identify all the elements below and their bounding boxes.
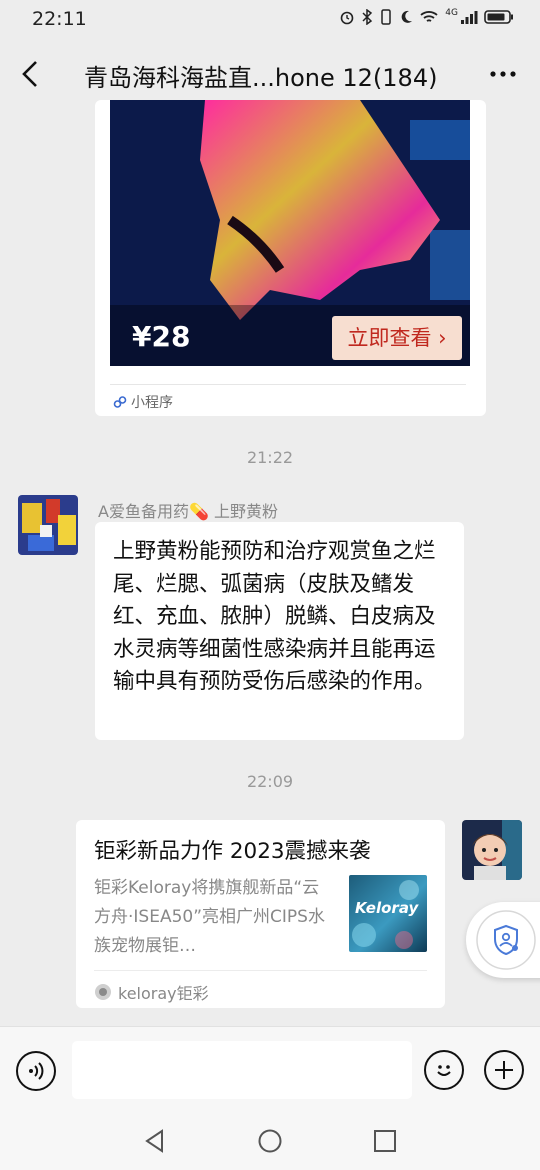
status-bar: 22:11 4G (0, 0, 540, 40)
mini-program-label: 小程序 (131, 395, 173, 411)
nav-back-icon[interactable] (142, 1128, 168, 1154)
signal-icon (461, 11, 478, 24)
mini-program-icon (113, 396, 127, 408)
smiley-icon (437, 1065, 451, 1076)
shield-user-icon (476, 910, 536, 970)
sender-name: A爱鱼备用药💊 上野黄粉 (98, 502, 278, 521)
price-label: ¥28 (132, 320, 191, 353)
moon-icon (401, 10, 413, 23)
input-bar (0, 1026, 540, 1111)
message-text: 上野黄粉能预防和治疗观赏鱼之烂尾、烂腮、弧菌病（皮肤及鳍发红、充血、脓肿）脱鳞、… (113, 539, 436, 694)
back-button[interactable] (16, 54, 46, 94)
chevron-right-icon: › (431, 326, 447, 350)
source-avatar-icon (95, 984, 111, 1000)
network-label: 4G (445, 8, 458, 18)
my-avatar[interactable] (462, 820, 522, 880)
avatar[interactable] (18, 495, 78, 555)
status-time: 22:11 (32, 8, 87, 30)
battery-icon (484, 10, 513, 24)
floating-security-button[interactable] (466, 902, 540, 978)
link-description: 钜彩Keloray将携旗舰新品“云方舟·ISEA50”亮相广州CIPS水族宠物展… (94, 878, 325, 956)
emoji-button[interactable] (424, 1050, 464, 1090)
voice-button[interactable] (16, 1051, 56, 1091)
timestamp: 22:09 (246, 772, 294, 791)
more-button[interactable] (488, 52, 518, 99)
chat-title: 青岛海科海盐直...hone 12(184) (84, 64, 438, 92)
divider (94, 970, 427, 971)
voice-icon (29, 1062, 44, 1080)
nav-recents-icon[interactable] (372, 1128, 398, 1154)
chevron-left-icon (22, 61, 37, 87)
system-nav-bar (0, 1110, 540, 1170)
bluetooth-icon (362, 9, 373, 25)
mini-program-card[interactable]: ¥28 立即查看 › 小程序 (95, 100, 486, 416)
message-bubble[interactable]: 上野黄粉能预防和治疗观赏鱼之烂尾、烂腮、弧菌病（皮肤及鳍发红、充血、脓肿）脱鳞、… (95, 522, 464, 740)
source-name: keloray钜彩 (118, 984, 209, 1003)
more-icon (490, 71, 516, 77)
alarm-icon (340, 11, 354, 25)
coral-image: ¥28 立即查看 › (110, 100, 470, 366)
view-now-button[interactable]: 立即查看 › (332, 316, 462, 360)
status-icons: 4G (339, 8, 514, 25)
view-now-label: 立即查看 (347, 326, 432, 350)
divider (110, 384, 466, 385)
vibrate-icon (381, 9, 392, 25)
more-functions-button[interactable] (484, 1050, 524, 1090)
thumbnail-logo: Keloray (355, 899, 419, 917)
timestamp: 21:22 (246, 448, 294, 467)
message-input[interactable] (72, 1041, 412, 1099)
link-title: 钜彩新品力作 2023震撼来袭 (94, 839, 371, 864)
link-thumbnail: Keloray (349, 875, 427, 952)
link-card[interactable]: 钜彩新品力作 2023震撼来袭 钜彩Keloray将携旗舰新品“云方舟·ISEA… (76, 820, 445, 1008)
link-source: keloray钜彩 (94, 980, 209, 1004)
nav-home-icon[interactable] (257, 1128, 283, 1154)
wifi-icon (420, 11, 438, 22)
plus-icon (495, 1061, 513, 1079)
mini-program-tag: 小程序 (113, 392, 173, 412)
